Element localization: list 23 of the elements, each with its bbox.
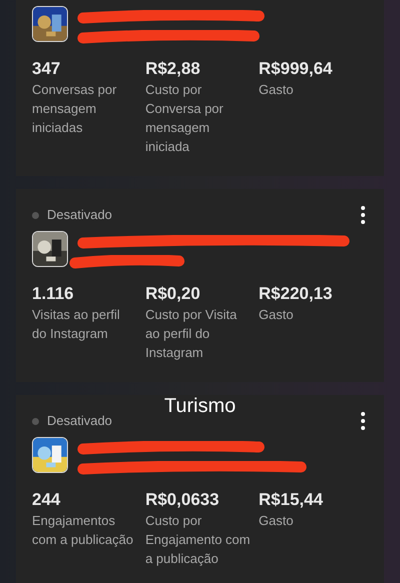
metric-label: Gasto — [258, 306, 294, 324]
metric-value: 347 — [32, 58, 62, 80]
metric-label: Custo por Engajamento com a publicação — [145, 512, 251, 568]
metric-value: R$0,0633 — [145, 489, 220, 511]
metric-value: R$220,13 — [258, 283, 334, 305]
status-label: Desativado — [47, 206, 112, 224]
metric-label: Gasto — [258, 81, 294, 99]
more-menu-icon[interactable] — [359, 206, 367, 224]
metric-label: Visitas ao perfil do Instagram — [32, 306, 121, 343]
metric-label: Conversas por mensagem iniciadas — [32, 81, 118, 137]
metric-label: Gasto — [258, 512, 294, 530]
caption: Turismo — [163, 395, 237, 417]
more-menu-icon[interactable] — [359, 412, 367, 430]
metric-value: 1.116 — [32, 283, 75, 305]
metric-value: R$2,88 — [145, 58, 202, 80]
metric-label: Custo por Visita ao perfil do Instagram — [145, 306, 238, 362]
metric-value: 244 — [32, 489, 62, 511]
metric-value: R$0,20 — [145, 283, 202, 305]
metric-label: Custo por Conversa por mensagem iniciada — [145, 81, 224, 156]
metric-label: Engajamentos com a publicação — [32, 512, 134, 549]
status-label: Desativado — [47, 412, 112, 430]
metric-value: R$999,64 — [258, 58, 334, 80]
metric-value: R$15,44 — [258, 489, 324, 511]
